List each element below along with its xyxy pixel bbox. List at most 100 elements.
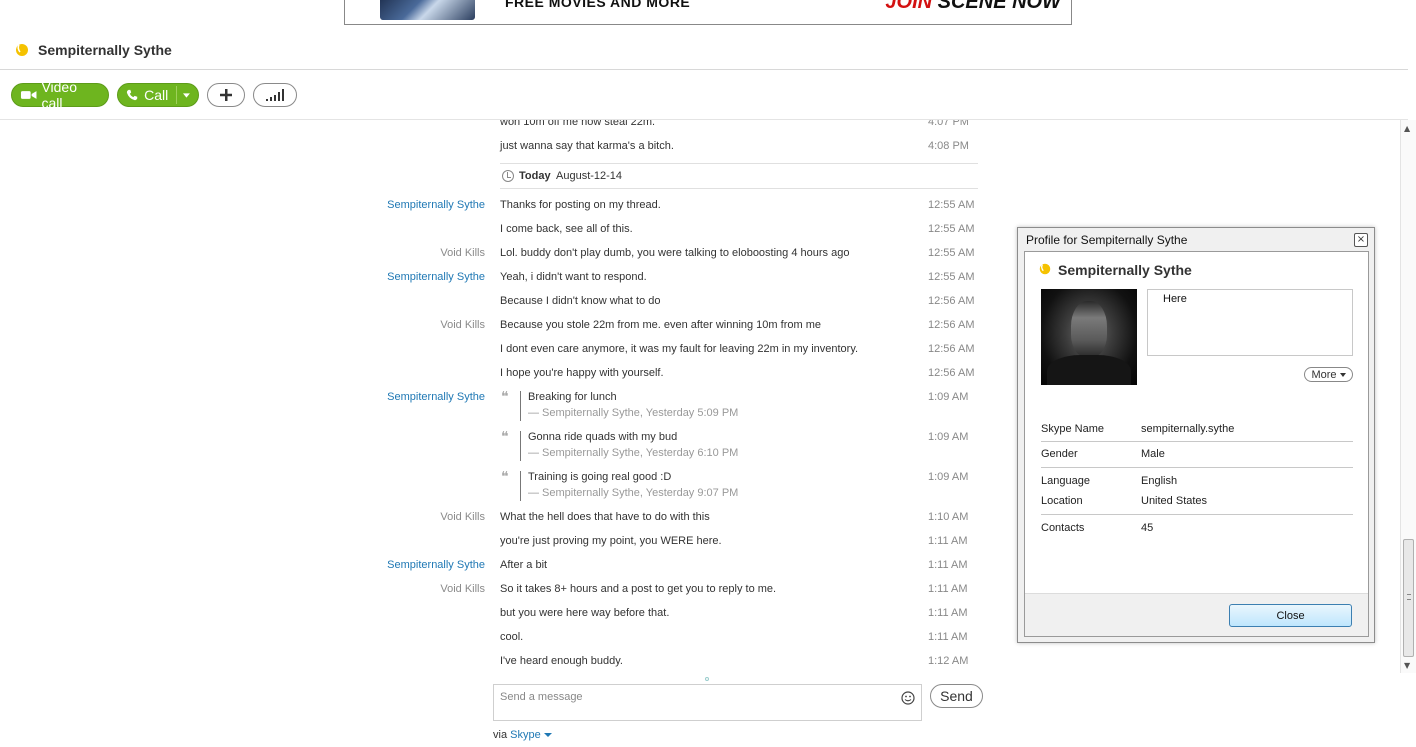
message-compose-box[interactable]: [493, 684, 922, 721]
close-button[interactable]: Close: [1229, 604, 1352, 627]
message-row: just wanna say that karma's a bitch. 4:0…: [0, 140, 980, 160]
message-row: I've heard enough buddy. 1:12 AM: [0, 655, 980, 675]
profile-dialog: Profile for Sempiternally Sythe × Sempit…: [1017, 227, 1375, 643]
add-participant-button[interactable]: [207, 83, 245, 107]
message-text: I've heard enough buddy.: [500, 655, 623, 667]
clock-icon: [502, 170, 514, 182]
message-time: 1:11 AM: [928, 535, 968, 547]
message-row: I dont even care anymore, it was my faul…: [0, 343, 980, 363]
scroll-up-icon[interactable]: ▲: [1404, 124, 1410, 133]
info-label: Contacts: [1041, 522, 1085, 534]
message-input[interactable]: [500, 689, 880, 705]
info-label: Skype Name: [1041, 423, 1104, 435]
quote-text: Training is going real good :D: [528, 471, 672, 483]
via-label: via: [493, 729, 508, 741]
message-row: Sempiternally Sythe After a bit 1:11 AM: [0, 559, 980, 579]
message-row: I come back, see all of this. 12:55 AM: [0, 223, 980, 243]
message-sender[interactable]: Sempiternally Sythe: [387, 271, 485, 283]
message-sender[interactable]: Sempiternally Sythe: [387, 559, 485, 571]
message-time: 4:08 PM: [928, 140, 969, 152]
via-skype-link[interactable]: Skype: [510, 729, 541, 741]
dialog-title: Profile for Sempiternally Sythe: [1026, 233, 1188, 247]
info-value: Male: [1141, 448, 1165, 460]
caret-down-icon[interactable]: [183, 92, 190, 98]
quoted-message: ❝ Training is going real good :D — Sempi…: [0, 470, 980, 507]
via-selector: via Skype: [493, 729, 552, 741]
message-text: cool.: [500, 631, 524, 643]
message-time: 1:09 AM: [928, 471, 969, 483]
chevron-down-icon[interactable]: [543, 733, 552, 738]
quote-mark-icon: ❝: [501, 389, 509, 405]
chat-scrollbar[interactable]: ▲ ▼: [1400, 120, 1416, 673]
call-quality-button[interactable]: [253, 83, 297, 107]
message-time: 12:56 AM: [928, 319, 975, 331]
contact-name: Sempiternally Sythe: [38, 42, 172, 58]
dialog-footer: Close: [1025, 593, 1368, 636]
message-sender[interactable]: Void Kills: [440, 583, 485, 595]
video-call-button[interactable]: Video call: [11, 79, 109, 111]
day-label: Today: [519, 170, 551, 182]
more-label: More: [1311, 368, 1337, 381]
quote-attribution: — Sempiternally Sythe, Yesterday 6:10 PM: [528, 447, 739, 459]
message-row: won 10m off me now steal 22m. 4:07 PM: [0, 120, 980, 136]
ad-image: [380, 0, 475, 20]
message-text: So it takes 8+ hours and a post to get y…: [500, 583, 777, 595]
close-icon[interactable]: ×: [1354, 233, 1368, 247]
info-row-gender: Gender Male: [1041, 448, 1353, 466]
emoticon-icon[interactable]: [901, 691, 915, 705]
info-row-location: Location United States: [1041, 495, 1353, 513]
message-sender[interactable]: Void Kills: [440, 319, 485, 331]
message-text: Thanks for posting on my thread.: [500, 199, 661, 211]
quote-bar: [520, 471, 521, 501]
resize-handle[interactable]: [705, 677, 709, 681]
message-row: Sempiternally Sythe Thanks for posting o…: [0, 199, 980, 219]
message-time: 1:10 AM: [928, 511, 969, 523]
quote-bar: [520, 431, 521, 461]
info-value: 45: [1141, 522, 1154, 534]
info-value: sempiternally.sythe: [1141, 423, 1235, 435]
avatar-face: [1071, 301, 1107, 357]
conversation-header: Sempiternally Sythe: [0, 30, 1408, 70]
profile-panel: Sempiternally Sythe Here More Skype Name…: [1024, 251, 1369, 637]
scrollbar-thumb[interactable]: [1403, 539, 1414, 657]
call-divider: [176, 86, 178, 104]
signal-bars-icon: [266, 89, 284, 101]
message-row: cool. 1:11 AM: [0, 631, 980, 651]
message-text: won 10m off me now steal 22m.: [500, 120, 656, 128]
message-sender[interactable]: Void Kills: [440, 511, 485, 523]
message-time: 12:56 AM: [928, 295, 975, 307]
message-sender[interactable]: Sempiternally Sythe: [387, 199, 485, 211]
call-button[interactable]: Call: [117, 83, 199, 107]
message-sender[interactable]: Sempiternally Sythe: [387, 391, 485, 403]
message-sender[interactable]: Void Kills: [440, 247, 485, 259]
quote-bar: [520, 391, 521, 421]
message-row: Void Kills What the hell does that have …: [0, 511, 980, 531]
info-value: English: [1141, 475, 1178, 487]
more-button[interactable]: More: [1304, 367, 1353, 382]
scroll-down-icon[interactable]: ▼: [1404, 661, 1410, 670]
ad-banner[interactable]: FREE MOVIES AND MORE JOIN SCENE NOW: [344, 0, 1072, 25]
skype-status-away-icon: [16, 44, 28, 56]
message-time: 12:56 AM: [928, 343, 975, 355]
message-time: 1:09 AM: [928, 431, 969, 443]
skype-status-away-icon: [1039, 263, 1051, 275]
send-button[interactable]: Send: [930, 684, 983, 708]
call-label: Call: [144, 87, 169, 103]
ad-scene-text: SCENE NOW: [932, 0, 1061, 13]
message-row: Void Kills So it takes 8+ hours and a po…: [0, 583, 980, 603]
message-text: just wanna say that karma's a bitch.: [500, 140, 674, 152]
message-row: Sempiternally Sythe Yeah, i didn't want …: [0, 271, 980, 291]
message-time: 12:55 AM: [928, 247, 975, 259]
message-row: Void Kills Because you stole 22m from me…: [0, 319, 980, 339]
info-label: Gender: [1041, 448, 1078, 460]
profile-name: Sempiternally Sythe: [1058, 262, 1192, 278]
day-date: August-12-14: [556, 170, 623, 182]
divider: [1041, 441, 1353, 442]
chevron-down-icon: [1339, 372, 1346, 377]
ad-right-text: JOIN SCENE NOW: [885, 0, 1061, 14]
info-label: Language: [1041, 475, 1090, 487]
message-text: After a bit: [500, 559, 548, 571]
message-time: 12:55 AM: [928, 271, 975, 283]
ad-join-text: JOIN: [885, 0, 933, 13]
avatar: [1041, 289, 1137, 385]
